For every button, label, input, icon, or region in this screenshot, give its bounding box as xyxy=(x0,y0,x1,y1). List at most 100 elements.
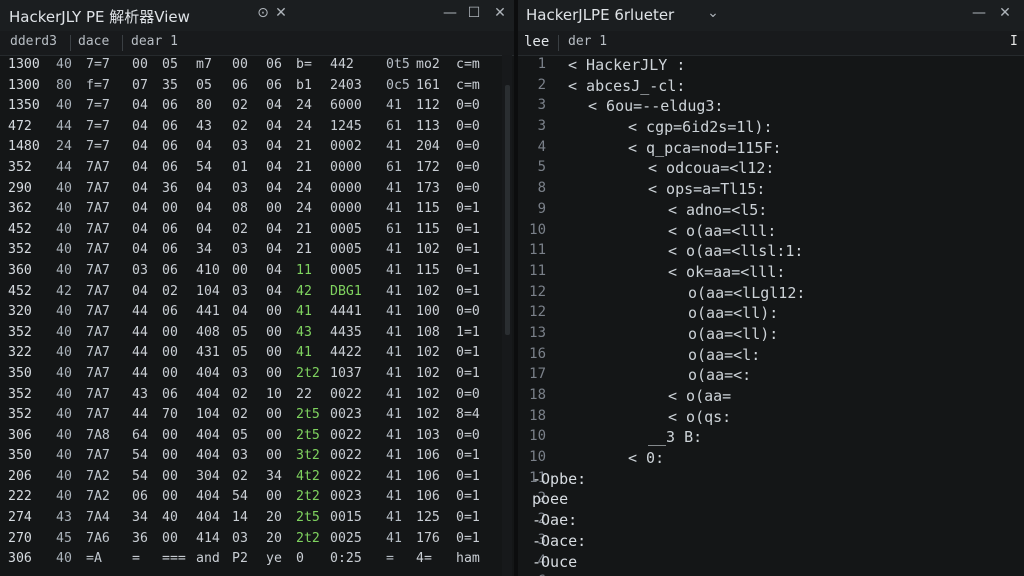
table-cell: 41 xyxy=(386,180,402,196)
table-cell: 404 xyxy=(196,365,220,381)
clock-icon[interactable]: ⊙ xyxy=(254,5,272,21)
code-line[interactable]: 6-Oace xyxy=(518,572,1024,576)
tab-dderd3[interactable]: dderd3 xyxy=(10,34,57,49)
table-row[interactable]: 322 40 7A7 44 00 431 05 00 41 4422 41 102 0=1 xyxy=(0,343,500,364)
table-cell: 42 xyxy=(56,283,72,299)
tree-code-view[interactable]: 1 < HackerJLY : 2 < abcesJ_-cl: 3 < 6ou=--eld… xyxy=(518,55,1024,576)
code-line[interactable]: 4 -Ouce xyxy=(518,552,1024,573)
table-cell: ham xyxy=(456,551,480,567)
table-cell: 00 xyxy=(162,468,178,484)
left-scrollbar-thumb[interactable] xyxy=(505,85,510,335)
table-cell: 350 xyxy=(8,365,32,381)
table-row[interactable]: 452 42 7A7 04 02 104 03 04 42 DBG1 41 102 0=1 xyxy=(0,282,500,303)
code-line[interactable]: 18 < o(aa= xyxy=(518,386,1024,407)
table-cell: 24 xyxy=(296,118,312,134)
table-row[interactable]: 472 44 7=7 04 06 43 02 04 24 1245 61 113 0=0 xyxy=(0,117,500,138)
table-cell: 0005 xyxy=(330,262,362,278)
table-row[interactable]: 350 40 7A7 44 00 404 03 00 2t2 1037 41 102 0=1 xyxy=(0,364,500,385)
hex-table[interactable]: 1300 40 7=7 00 05 m7 00 06 b= 442 0t5 mo2 c=m 1300 80 f… xyxy=(0,55,500,570)
table-cell: 05 xyxy=(196,77,212,93)
code-line[interactable]: 12 o(aa=<lLgl12: xyxy=(518,283,1024,304)
close-button[interactable]: ✕ xyxy=(996,5,1014,21)
table-row[interactable]: 1350 40 7=7 04 06 80 02 04 24 6000 41 112 0=0 xyxy=(0,96,500,117)
table-row[interactable]: 270 45 7A6 36 00 414 03 20 2t2 0025 41 176 0=1 xyxy=(0,529,500,550)
table-cell: 0=1 xyxy=(456,489,480,505)
code-line[interactable]: 2 -Oae: xyxy=(518,510,1024,531)
tab-dear-1[interactable]: dear 1 xyxy=(131,34,178,49)
minimize-button[interactable]: — xyxy=(441,5,459,21)
code-line[interactable]: 10 < 0: xyxy=(518,448,1024,469)
table-cell: 172 xyxy=(416,159,440,175)
table-cell: 41 xyxy=(386,468,402,484)
table-cell: 61 xyxy=(386,221,402,237)
table-row[interactable]: 206 40 7A2 54 00 304 02 34 4t2 0022 41 106 0=1 xyxy=(0,467,500,488)
code-line[interactable]: 9 < adno=<l5: xyxy=(518,200,1024,221)
table-cell: 41 xyxy=(386,201,402,217)
minimize-button[interactable]: — xyxy=(970,5,988,21)
table-row[interactable]: 306 40 7A8 64 00 404 05 00 2t5 0022 41 103 0=0 xyxy=(0,426,500,447)
table-row[interactable]: 306 40 =A = === and P2 ye 0 0:25 = 4= ham xyxy=(0,549,500,570)
maximize-button[interactable]: ☐ xyxy=(465,5,483,21)
table-cell: 7A7 xyxy=(86,283,110,299)
chevron-down-icon[interactable]: ⌄ xyxy=(704,5,722,21)
table-cell: 410 xyxy=(196,262,220,278)
table-cell: 06 xyxy=(266,57,282,72)
tab-divider xyxy=(122,35,123,51)
table-row[interactable]: 352 40 7A7 04 06 34 03 04 21 0005 41 102 0=1 xyxy=(0,240,500,261)
table-cell: 05 xyxy=(232,324,248,340)
table-row[interactable]: 352 40 7A7 43 06 404 02 10 22 0022 41 102 0=0 xyxy=(0,385,500,406)
code-line[interactable]: 1 < HackerJLY : xyxy=(518,55,1024,76)
code-line[interactable]: 2 < abcesJ_-cl: xyxy=(518,76,1024,97)
table-row[interactable]: 350 40 7A7 54 00 404 03 00 3t2 0022 41 106 0=1 xyxy=(0,446,500,467)
code-line[interactable]: 3 < 6ou=--eldug3: xyxy=(518,96,1024,117)
table-cell: 1245 xyxy=(330,118,362,134)
code-line[interactable]: 11 < o(aa=<llsl:1: xyxy=(518,241,1024,262)
table-cell: 0022 xyxy=(330,448,362,464)
table-row[interactable]: 352 44 7A7 04 06 54 01 04 21 0000 61 172 0=0 xyxy=(0,158,500,179)
code-line[interactable]: 11 < ok=aa=<lll: xyxy=(518,262,1024,283)
left-scrollbar[interactable] xyxy=(502,55,512,576)
table-row[interactable]: 352 40 7A7 44 00 408 05 00 43 4435 41 108 1=1 xyxy=(0,323,500,344)
table-cell: 02 xyxy=(162,283,178,299)
tab-lee[interactable]: lee xyxy=(524,34,549,50)
code-line[interactable]: 2 poee xyxy=(518,489,1024,510)
table-row[interactable]: 360 40 7A7 03 06 410 00 04 11 0005 41 115 0=1 xyxy=(0,261,500,282)
code-text: < ok=aa=<lll: xyxy=(668,262,786,281)
code-line[interactable]: 11 -Opbe: xyxy=(518,469,1024,490)
close-tab-icon[interactable]: ✕ xyxy=(272,5,290,21)
table-row[interactable]: 1480 24 7=7 04 06 04 03 04 21 0002 41 204 0=0 xyxy=(0,137,500,158)
code-line[interactable]: 5 < odcoua=<l12: xyxy=(518,158,1024,179)
tab-der-1[interactable]: der 1 xyxy=(568,34,607,49)
table-row[interactable]: 452 40 7A7 04 06 04 02 04 21 0005 61 115 0=1 xyxy=(0,220,500,241)
table-row[interactable]: 352 40 7A7 44 70 104 02 00 2t5 0023 41 102 8=4 xyxy=(0,405,500,426)
table-cell: 7A7 xyxy=(86,221,110,237)
code-line[interactable]: 13 o(aa=<ll): xyxy=(518,324,1024,345)
table-cell: 0=1 xyxy=(456,365,480,381)
code-line[interactable]: 10 __3 B: xyxy=(518,427,1024,448)
tab-dace[interactable]: dace xyxy=(78,34,109,49)
table-row[interactable]: 1300 80 f=7 07 35 05 06 06 b1 2403 0c5 161 c=m xyxy=(0,76,500,97)
code-line[interactable]: 3 -Oace: xyxy=(518,531,1024,552)
table-row[interactable]: 1300 40 7=7 00 05 m7 00 06 b= 442 0t5 mo2 c=m xyxy=(0,55,500,76)
close-button[interactable]: ✕ xyxy=(491,5,509,21)
code-line[interactable]: 12 o(aa=<ll): xyxy=(518,303,1024,324)
table-cell: 04 xyxy=(132,201,148,217)
code-line[interactable]: 8 < ops=a=Tl15: xyxy=(518,179,1024,200)
table-row[interactable]: 274 43 7A4 34 40 404 14 20 2t5 0015 41 125 0=1 xyxy=(0,508,500,529)
table-cell: 404 xyxy=(196,510,220,526)
code-text: -Opbe: xyxy=(532,469,587,488)
code-line[interactable]: 18 < o(qs: xyxy=(518,407,1024,428)
table-cell: 0022 xyxy=(330,468,362,484)
table-row[interactable]: 362 40 7A7 04 00 04 08 00 24 0000 41 115 0=1 xyxy=(0,199,500,220)
table-row[interactable]: 222 40 7A2 06 00 404 54 00 2t2 0023 41 106 0=1 xyxy=(0,487,500,508)
table-row[interactable]: 290 40 7A7 04 36 04 03 04 24 0000 41 173 0=0 xyxy=(0,179,500,200)
code-line[interactable]: 16 o(aa=<l: xyxy=(518,345,1024,366)
table-cell: 102 xyxy=(416,386,440,402)
code-line[interactable]: 4 < q_pca=nod=115F: xyxy=(518,138,1024,159)
code-line[interactable]: 3 < cgp=6id2s=1l): xyxy=(518,117,1024,138)
table-row[interactable]: 320 40 7A7 44 06 441 04 00 41 4441 41 100 0=0 xyxy=(0,302,500,323)
code-line[interactable]: 10 < o(aa=<lll: xyxy=(518,221,1024,242)
table-cell: 35 xyxy=(162,77,178,93)
right-pane: HackerJLPE 6rlueter ⌄ — ✕ lee der 1 1 < H… xyxy=(518,0,1024,576)
code-line[interactable]: 17 o(aa=<: xyxy=(518,365,1024,386)
